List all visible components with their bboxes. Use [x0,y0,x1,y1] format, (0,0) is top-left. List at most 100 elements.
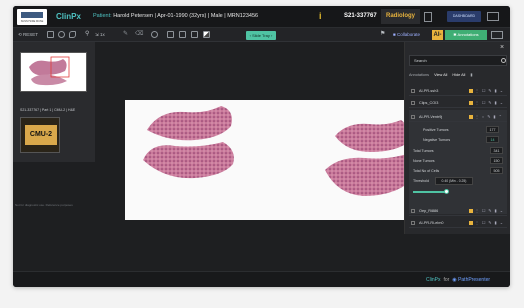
hospital-logo: SUNNYSIDE MUSE [17,9,47,25]
settings-icon[interactable] [151,31,158,38]
patient-details: Harold Petersen | Apr-01-1990 (32yrs) | … [113,13,259,19]
search-input[interactable]: Search [409,55,507,66]
annotation-name: AI-PR-Ri-elm0 [419,221,444,225]
annotations-button[interactable]: ✱ Annotations [445,30,487,40]
annotation-row[interactable]: AI-PR-ssh3 ⋮ ☐ ✎ ▮ ⌄ [409,86,507,96]
app-window: SUNNYSIDE MUSE ClinPx Patient: Harold Pe… [13,6,510,287]
threshold-slider-handle[interactable] [444,189,449,194]
slide-sticker: CMU-2 [25,125,57,145]
eraser-icon[interactable]: ⌫ [135,31,143,38]
layers-icon[interactable] [167,31,174,38]
color-swatch-icon [469,221,473,225]
thumbnail-image [29,56,70,86]
row-actions[interactable]: ⋮ ☐ ✎ ▮ ⌄ [469,98,504,108]
annotation-name: Oep_Ri886 [419,209,439,213]
row-checkbox[interactable] [411,101,415,105]
ai-button[interactable]: AI- [432,30,443,40]
slide-thumbnail[interactable] [20,52,87,92]
tissue-image [143,106,410,196]
toolbar: ⟲ RESET ⚲ ⇲ 1x ✎ ⌫ ‹ Slide Tray › ⚑ ■ Co… [13,28,510,42]
toolbar-menu-icon[interactable] [491,31,503,39]
link-icon[interactable]: ⚲ [85,31,92,38]
total-tumors-row: Total Tumors 341 [413,147,503,155]
tab-view-all[interactable]: View All [434,73,447,77]
row-actions[interactable]: ⋮ ☐ ✎ ▮ ⌄ [469,206,504,216]
color-swatch-icon [469,209,473,213]
department-badge[interactable]: Radiology [381,9,420,24]
annotation-row[interactable]: Clips_COI3 ⋮ ☐ ✎ ▮ ⌄ [409,98,507,108]
negative-tumors-label: Negative Tumors [423,138,451,142]
footer-for: for [443,277,450,283]
contrast-icon[interactable] [203,31,210,38]
none-tumors-label: None Tumors [413,159,435,163]
annotations-panel: × Search Annotations View All Hide All ▮… [404,42,510,234]
reset-label: RESET [23,32,39,37]
freehand-tool-icon[interactable] [69,31,76,38]
document-icon[interactable] [424,12,432,22]
row-checkbox[interactable] [411,115,415,119]
row-checkbox[interactable] [411,89,415,93]
row-actions[interactable]: ⋮ ☐ ✎ ▮ ⌄ [469,218,504,228]
positive-tumors-value: 177 [486,126,499,133]
total-tumors-value: 341 [490,147,503,154]
rectangle-tool-icon[interactable] [47,31,54,38]
total-cells-label: Total No of Cells [413,169,440,173]
logo-mark [21,12,43,18]
grid-menu-icon[interactable] [487,12,499,21]
footer-brand: ClinPx for ◉ PathPresenter [426,277,490,283]
collaborate-button[interactable]: ■ Collaborate [393,32,420,37]
threshold-label: Threshold [413,179,429,183]
slide-label-image[interactable]: CMU-2 [20,117,60,153]
negative-tumors-row: Negative Tumors 14 [423,136,499,144]
annotation-row[interactable]: AI-PR-Ri-elm0 ⋮ ☐ ✎ ▮ ⌄ [409,218,507,228]
search-icon[interactable] [501,58,506,63]
expanded-annotation: AI-PR-Ventr9j ⋮ ○ ✎ ▮ ⌃ Positive Tumors … [409,110,507,214]
close-icon[interactable]: × [500,44,504,51]
positive-tumors-label: Positive Tumors [423,128,449,132]
patient-label: Patient: [93,13,112,19]
total-tumors-label: Total Tumors [413,149,434,153]
pencil-icon[interactable]: ✎ [123,31,130,38]
footer: ClinPx for ◉ PathPresenter [13,271,510,287]
annotations-label: Annotations [457,32,479,37]
threshold-slider[interactable] [413,191,447,193]
chevron-right-icon: › [269,33,273,38]
color-swatch-icon [469,115,473,119]
row-checkbox[interactable] [411,221,415,225]
circle-tool-icon[interactable] [58,31,65,38]
collaborate-label: Collaborate [396,32,420,37]
tab-hide-all[interactable]: Hide All [452,73,465,77]
disclaimer-text: Not for diagnostic use. Reference purpos… [15,203,73,207]
top-bar: SUNNYSIDE MUSE ClinPx Patient: Harold Pe… [13,6,510,28]
share-icon[interactable] [191,31,198,38]
row-checkbox[interactable] [411,209,415,213]
reset-button[interactable]: ⟲ RESET [18,31,38,39]
none-tumors-value: 150 [490,157,503,164]
none-tumors-row: None Tumors 150 [413,157,503,165]
footer-app-name: ClinPx [426,277,441,283]
annotation-row[interactable]: Oep_Ri886 ⋮ ☐ ✎ ▮ ⌄ [409,206,507,216]
slide-tray-label: Slide Tray [252,33,270,38]
search-placeholder: Search [414,58,427,63]
slide-tray-panel: S21-337767 | Part 1 | CMU-2 | H&E CMU-2 [13,42,95,162]
logo-text: SUNNYSIDE MUSE [20,20,44,23]
annotation-row-expanded[interactable]: AI-PR-Ventr9j ⋮ ○ ✎ ▮ ⌃ [409,112,507,122]
annotation-tabs: Annotations View All Hide All ▮ [409,72,507,80]
dashboard-button[interactable]: DASHBOARD [447,11,481,22]
threshold-value: 0.40 (Min - 0.25) [435,177,473,185]
slide-viewer[interactable] [125,100,412,220]
zoom-level[interactable]: ⇲ 1x [95,31,105,39]
slide-tray-toggle[interactable]: ‹ Slide Tray › [246,31,276,40]
trash-icon[interactable]: ▮ [470,73,472,77]
app-name: ClinPx [56,12,81,21]
bookmark-icon[interactable]: ⚑ [380,31,387,38]
color-swatch-icon [469,89,473,93]
row-actions[interactable]: ⋮ ○ ✎ ▮ ⌃ [469,112,503,122]
info-icon[interactable]: i [319,11,329,22]
annotation-name: AI-PR-ssh3 [419,89,439,93]
tab-annotations[interactable]: Annotations [409,73,429,77]
camera-icon[interactable] [179,31,186,38]
case-id: S21-337767 [344,13,377,19]
row-actions[interactable]: ⋮ ☐ ✎ ▮ ⌄ [469,86,504,96]
color-swatch-icon [469,101,473,105]
